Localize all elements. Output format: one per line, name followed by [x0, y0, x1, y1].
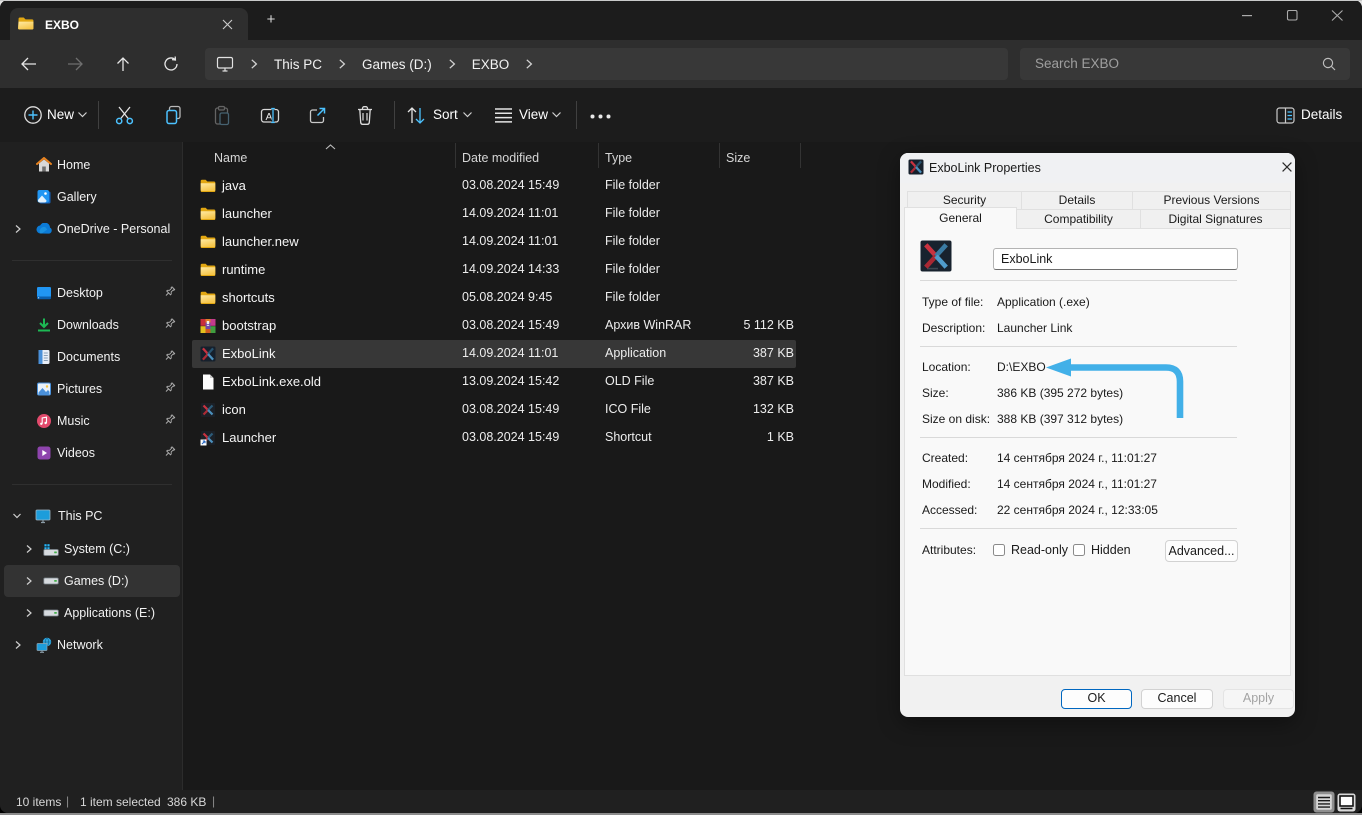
svg-text:A: A: [266, 111, 273, 123]
